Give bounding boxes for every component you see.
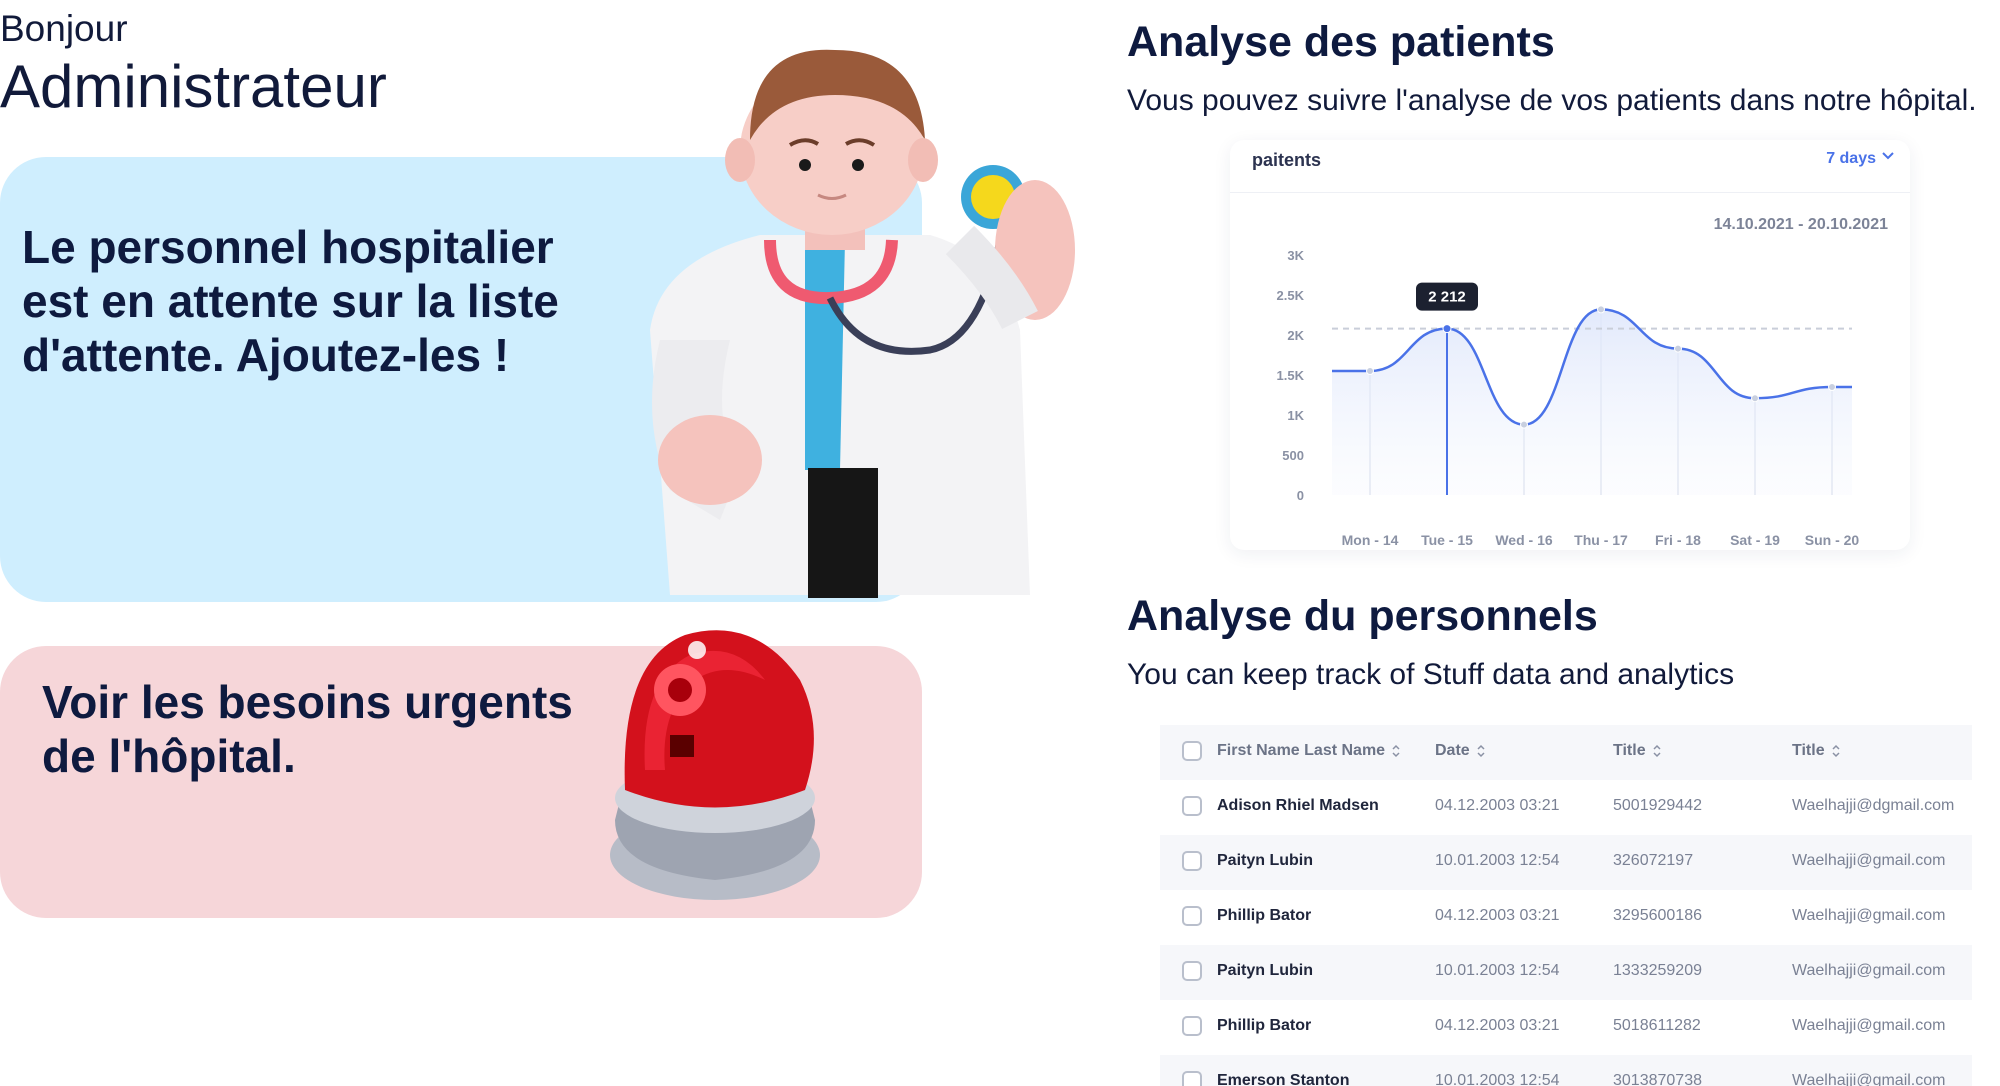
table-row[interactable]: Adison Rhiel Madsen 04.12.2003 03:21 50019… xyxy=(1160,780,1972,835)
cell-name: Phillip Bator xyxy=(1217,1017,1312,1034)
cell-name: Emerson Stanton xyxy=(1217,1072,1350,1086)
greeting-hello: Bonjour xyxy=(0,8,128,49)
column-header-name[interactable]: First Name Last Name xyxy=(1217,742,1401,760)
cell-date: 10.01.2003 12:54 xyxy=(1435,852,1560,869)
table-body: Adison Rhiel Madsen 04.12.2003 03:21 50019… xyxy=(1160,780,1972,1086)
y-tick-label: 1.5K xyxy=(1277,368,1305,383)
cell-name: Paityn Lubin xyxy=(1217,852,1313,869)
table-row[interactable]: Paityn Lubin 10.01.2003 12:54 326072197 Wae… xyxy=(1160,835,1972,890)
cell-email: Waelhajji@gmail.com xyxy=(1792,907,1946,924)
row-checkbox[interactable] xyxy=(1182,1071,1202,1086)
table-header-row: First Name Last Name Date Title Title xyxy=(1160,725,1972,780)
row-checkbox[interactable] xyxy=(1182,851,1202,871)
x-tick-label: Mon - 14 xyxy=(1342,532,1399,548)
cell-email: Waelhajji@gmail.com xyxy=(1792,1017,1946,1034)
cell-email: Waelhajji@gmail.com xyxy=(1792,852,1946,869)
staff-waiting-text: Le personnel hospitalier est en attente … xyxy=(22,221,559,381)
staff-subtitle: You can keep track of Stuff data and ana… xyxy=(1127,658,1735,691)
table-row[interactable]: Paityn Lubin 10.01.2003 12:54 1333259209 Wa… xyxy=(1160,945,1972,1000)
cell-date: 10.01.2003 12:54 xyxy=(1435,1072,1560,1086)
cell-name: Adison Rhiel Madsen xyxy=(1217,797,1379,814)
cell-date: 04.12.2003 03:21 xyxy=(1435,1017,1560,1034)
cell-title: 326072197 xyxy=(1613,852,1694,869)
row-checkbox[interactable] xyxy=(1182,1016,1202,1036)
area-fill xyxy=(1332,309,1852,495)
table-row[interactable]: Phillip Bator 04.12.2003 03:21 5018611282 W… xyxy=(1160,1000,1972,1055)
data-point xyxy=(1597,305,1605,314)
x-tick-label: Fri - 18 xyxy=(1655,532,1701,548)
y-tick-label: 0 xyxy=(1297,488,1304,503)
cell-email: Waelhajji@dgmail.com xyxy=(1792,797,1955,814)
select-all-checkbox[interactable] xyxy=(1182,741,1202,761)
patients-line-chart: 3K 2.5K 2K 1.5K 1K 500 0 2 212 Mon - 14 Tue - 15 W… xyxy=(1277,248,1860,548)
column-header-date[interactable]: Date xyxy=(1435,742,1486,760)
x-tick-label: Sun - 20 xyxy=(1805,532,1860,548)
staff-title: Analyse du personnels xyxy=(1127,592,1598,640)
x-tick-label: Tue - 15 xyxy=(1421,532,1473,548)
cell-title: 1333259209 xyxy=(1613,962,1702,979)
cell-title: 5018611282 xyxy=(1613,1017,1701,1034)
x-tick-label: Sat - 19 xyxy=(1730,532,1780,548)
cell-email: Waelhajji@gmail.com xyxy=(1792,1072,1946,1086)
row-checkbox[interactable] xyxy=(1182,906,1202,926)
x-tick-label: Wed - 16 xyxy=(1495,532,1553,548)
cell-email: Waelhajji@gmail.com xyxy=(1792,962,1946,979)
greeting-role: Administrateur xyxy=(0,53,387,120)
staff-table: First Name Last Name Date Title Title Ad… xyxy=(1160,725,1972,1086)
table-row[interactable]: Phillip Bator 04.12.2003 03:21 3295600186 W… xyxy=(1160,890,1972,945)
tooltip-label: 2 212 xyxy=(1428,289,1466,306)
cell-name: Paityn Lubin xyxy=(1217,962,1313,979)
sort-icon xyxy=(1832,744,1840,757)
doctor-illustration xyxy=(650,49,1075,598)
y-tick-label: 1K xyxy=(1287,408,1304,423)
table-row[interactable]: Emerson Stanton 10.01.2003 12:54 301387073… xyxy=(1160,1055,1972,1086)
data-point xyxy=(1442,324,1452,334)
sort-icon xyxy=(1653,744,1661,757)
y-tick-label: 3K xyxy=(1287,248,1304,263)
y-tick-label: 2K xyxy=(1287,328,1304,343)
sort-icon xyxy=(1477,744,1485,757)
siren-illustration xyxy=(610,630,820,900)
data-point xyxy=(1674,344,1682,353)
column-header-title[interactable]: Title xyxy=(1613,742,1662,760)
row-checkbox[interactable] xyxy=(1182,961,1202,981)
data-point xyxy=(1366,367,1374,375)
x-tick-label: Thu - 17 xyxy=(1574,532,1628,548)
y-tick-label: 2.5K xyxy=(1277,288,1305,303)
cell-date: 10.01.2003 12:54 xyxy=(1435,962,1560,979)
sort-icon xyxy=(1392,744,1400,757)
column-header-title-2[interactable]: Title xyxy=(1792,742,1841,760)
row-checkbox[interactable] xyxy=(1182,796,1202,816)
cell-title: 5001929442 xyxy=(1613,797,1702,814)
urgent-needs-text: Voir les besoins urgents de l'hôpital. xyxy=(42,676,573,782)
patients-subtitle: Vous pouvez suivre l'analyse de vos pati… xyxy=(1127,84,1977,117)
cell-title: 3013870738 xyxy=(1613,1072,1702,1086)
cell-date: 04.12.2003 03:21 xyxy=(1435,797,1560,814)
cell-title: 3295600186 xyxy=(1613,907,1702,924)
data-point xyxy=(1751,394,1759,403)
data-point xyxy=(1520,420,1528,429)
cell-date: 04.12.2003 03:21 xyxy=(1435,907,1560,924)
data-point xyxy=(1828,383,1836,391)
y-tick-label: 500 xyxy=(1282,448,1304,463)
patients-chart-card: paitents 7 days 14.10.2021 - 20.10.2021 … xyxy=(1230,140,1910,550)
cell-name: Phillip Bator xyxy=(1217,907,1312,924)
patients-title: Analyse des patients xyxy=(1127,18,1555,66)
